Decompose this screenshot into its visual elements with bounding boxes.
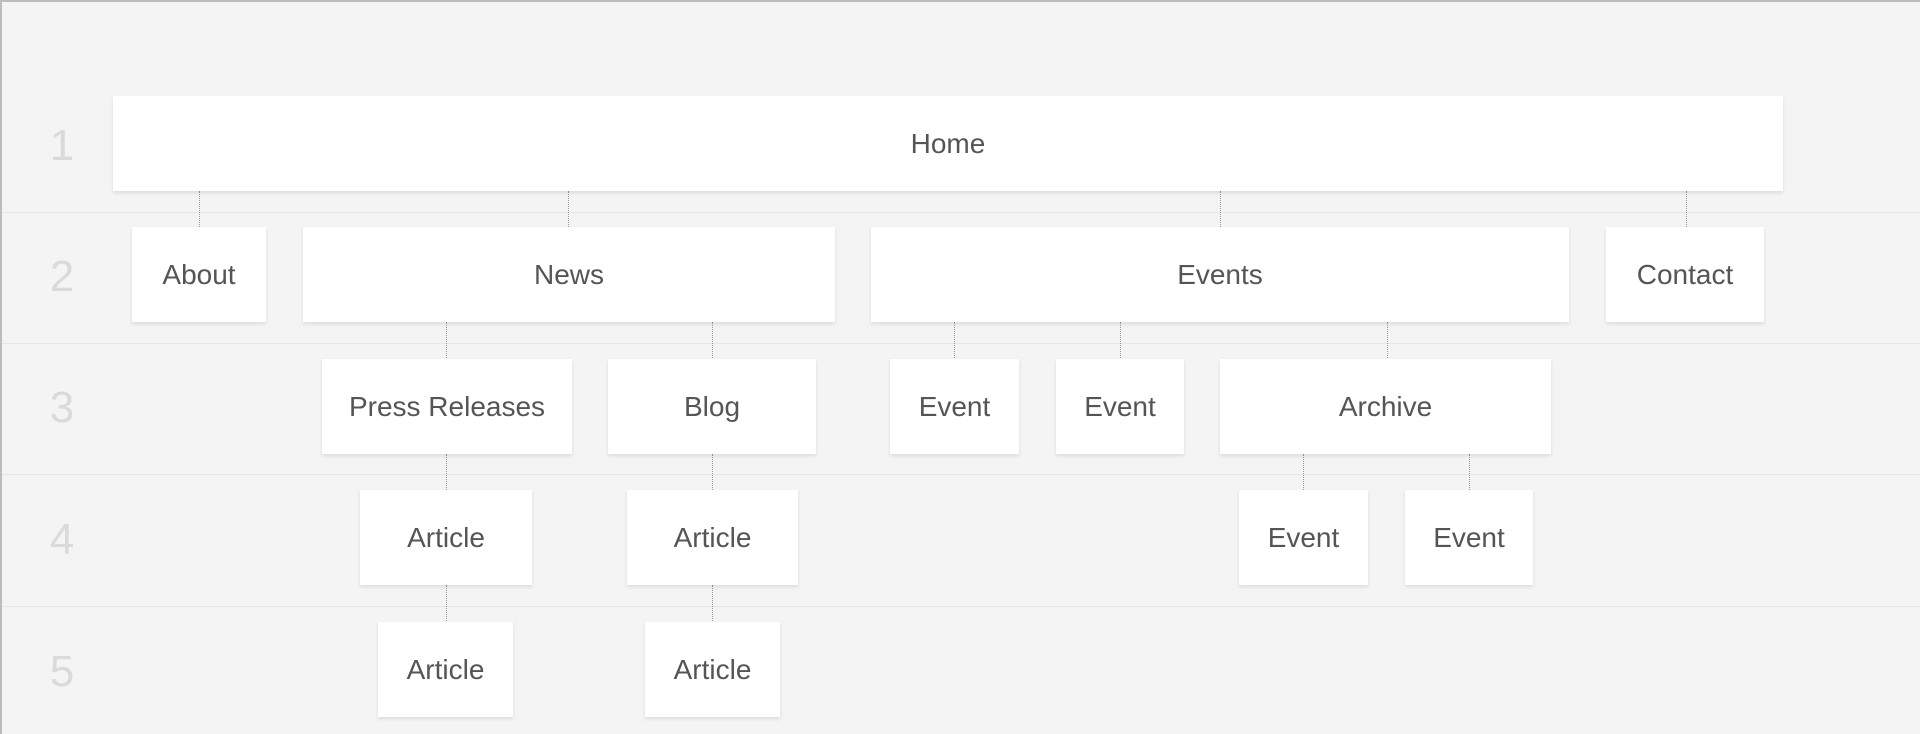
connector-line: [446, 585, 447, 621]
connector-line: [1686, 191, 1687, 227]
connector-line: [712, 454, 713, 490]
node-event[interactable]: Event: [890, 359, 1019, 454]
node-event[interactable]: Event: [1056, 359, 1184, 454]
connector-line: [1220, 191, 1221, 227]
connector-line: [1120, 322, 1121, 358]
connector-line: [199, 191, 200, 227]
connector-line: [446, 454, 447, 490]
node-article[interactable]: Article: [378, 622, 513, 717]
row-divider: [2, 606, 1920, 607]
row-divider: [2, 343, 1920, 344]
node-press-releases[interactable]: Press Releases: [322, 359, 572, 454]
node-article[interactable]: Article: [645, 622, 780, 717]
node-article[interactable]: Article: [627, 490, 798, 585]
node-events[interactable]: Events: [871, 227, 1569, 322]
level-number-2: 2: [49, 252, 75, 301]
level-number-5: 5: [49, 647, 75, 696]
node-archive-event[interactable]: Event: [1405, 490, 1533, 585]
node-about[interactable]: About: [132, 227, 266, 322]
connector-line: [954, 322, 955, 358]
node-contact[interactable]: Contact: [1606, 227, 1764, 322]
level-number-4: 4: [49, 515, 75, 564]
connector-line: [712, 322, 713, 358]
sitemap-canvas: 1 2 3 4 5 Home About News Events Contact…: [0, 0, 1920, 734]
level-number-3: 3: [49, 383, 75, 432]
node-home[interactable]: Home: [113, 96, 1783, 191]
node-archive[interactable]: Archive: [1220, 359, 1551, 454]
connector-line: [1303, 454, 1304, 490]
connector-line: [1387, 322, 1388, 358]
row-divider: [2, 212, 1920, 213]
node-news[interactable]: News: [303, 227, 835, 322]
connector-line: [1469, 454, 1470, 490]
node-archive-event[interactable]: Event: [1239, 490, 1368, 585]
node-blog[interactable]: Blog: [608, 359, 816, 454]
connector-line: [446, 322, 447, 358]
connector-line: [568, 191, 569, 227]
node-article[interactable]: Article: [360, 490, 532, 585]
row-divider: [2, 474, 1920, 475]
level-number-1: 1: [49, 121, 75, 170]
connector-line: [712, 585, 713, 621]
